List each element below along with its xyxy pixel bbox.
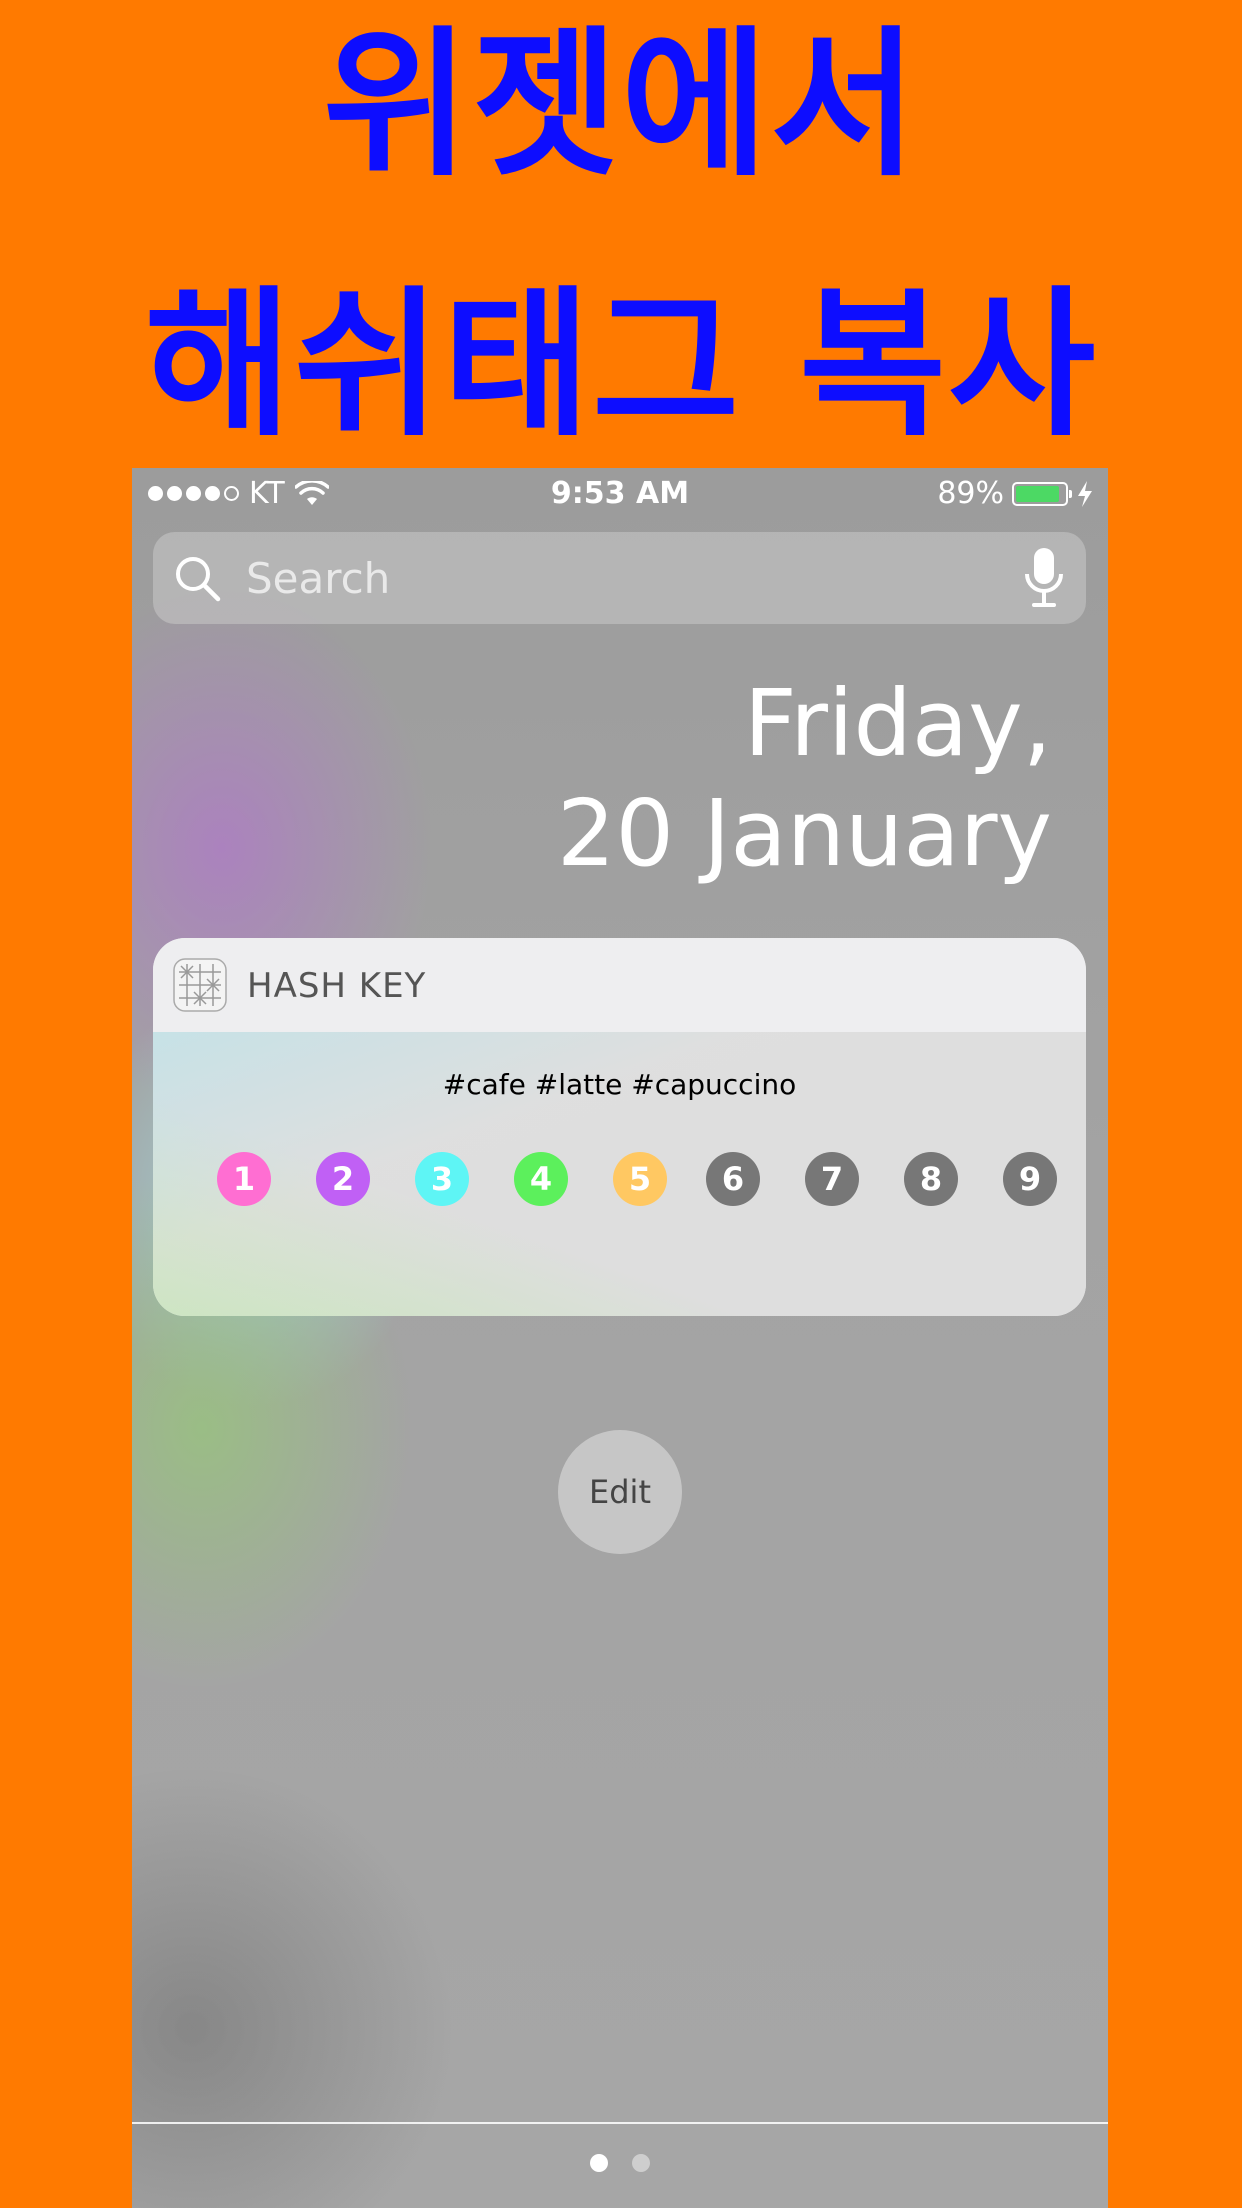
hash-key-buttons: 123456789 bbox=[153, 1152, 1086, 1208]
search-bar[interactable] bbox=[153, 532, 1086, 624]
search-icon bbox=[176, 557, 221, 602]
hash-key-button-5[interactable]: 5 bbox=[613, 1152, 667, 1206]
battery-fill bbox=[1016, 485, 1059, 502]
hashtag-text[interactable]: #cafe #latte #capuccino bbox=[153, 1068, 1086, 1101]
status-bar: KT 9:53 AM 89% bbox=[132, 468, 1108, 524]
hash-key-button-1[interactable]: 1 bbox=[217, 1152, 271, 1206]
page-dot[interactable] bbox=[632, 2154, 650, 2172]
hash-key-button-9[interactable]: 9 bbox=[1003, 1152, 1057, 1206]
battery-percentage: 89% bbox=[937, 476, 1004, 511]
hash-key-button-6[interactable]: 6 bbox=[706, 1152, 760, 1206]
microphone-icon[interactable] bbox=[1022, 546, 1066, 610]
battery-icon bbox=[1012, 481, 1072, 506]
search-input[interactable] bbox=[246, 532, 966, 624]
headline-line-2: 해쉬태그 복사 bbox=[144, 271, 1098, 458]
hash-key-button-8[interactable]: 8 bbox=[904, 1152, 958, 1206]
widget-header[interactable]: HASH KEY bbox=[153, 938, 1086, 1032]
edit-button[interactable]: Edit bbox=[558, 1430, 682, 1554]
hash-key-button-3[interactable]: 3 bbox=[415, 1152, 469, 1206]
page-dots bbox=[132, 2154, 1108, 2172]
date-day-month: 20 January bbox=[556, 780, 1052, 887]
status-right: 89% bbox=[937, 476, 1094, 511]
charging-bolt-icon bbox=[1078, 480, 1092, 507]
date-weekday: Friday, bbox=[743, 670, 1052, 777]
hash-key-widget: HASH KEY #cafe #latte #capuccino 1234567… bbox=[153, 938, 1086, 1316]
hash-key-button-2[interactable]: 2 bbox=[316, 1152, 370, 1206]
hash-key-button-4[interactable]: 4 bbox=[514, 1152, 568, 1206]
headline-line-1: 위젯에서 bbox=[322, 11, 920, 198]
hash-key-button-7[interactable]: 7 bbox=[805, 1152, 859, 1206]
hash-key-app-icon bbox=[173, 958, 227, 1012]
widget-title: HASH KEY bbox=[247, 966, 427, 1006]
page-control-bar bbox=[132, 2122, 1108, 2208]
widget-body: #cafe #latte #capuccino 123456789 bbox=[153, 1032, 1086, 1316]
phone-screen: KT 9:53 AM 89% Search Friday, 20 January… bbox=[132, 468, 1108, 2208]
page-dot[interactable] bbox=[590, 2154, 608, 2172]
